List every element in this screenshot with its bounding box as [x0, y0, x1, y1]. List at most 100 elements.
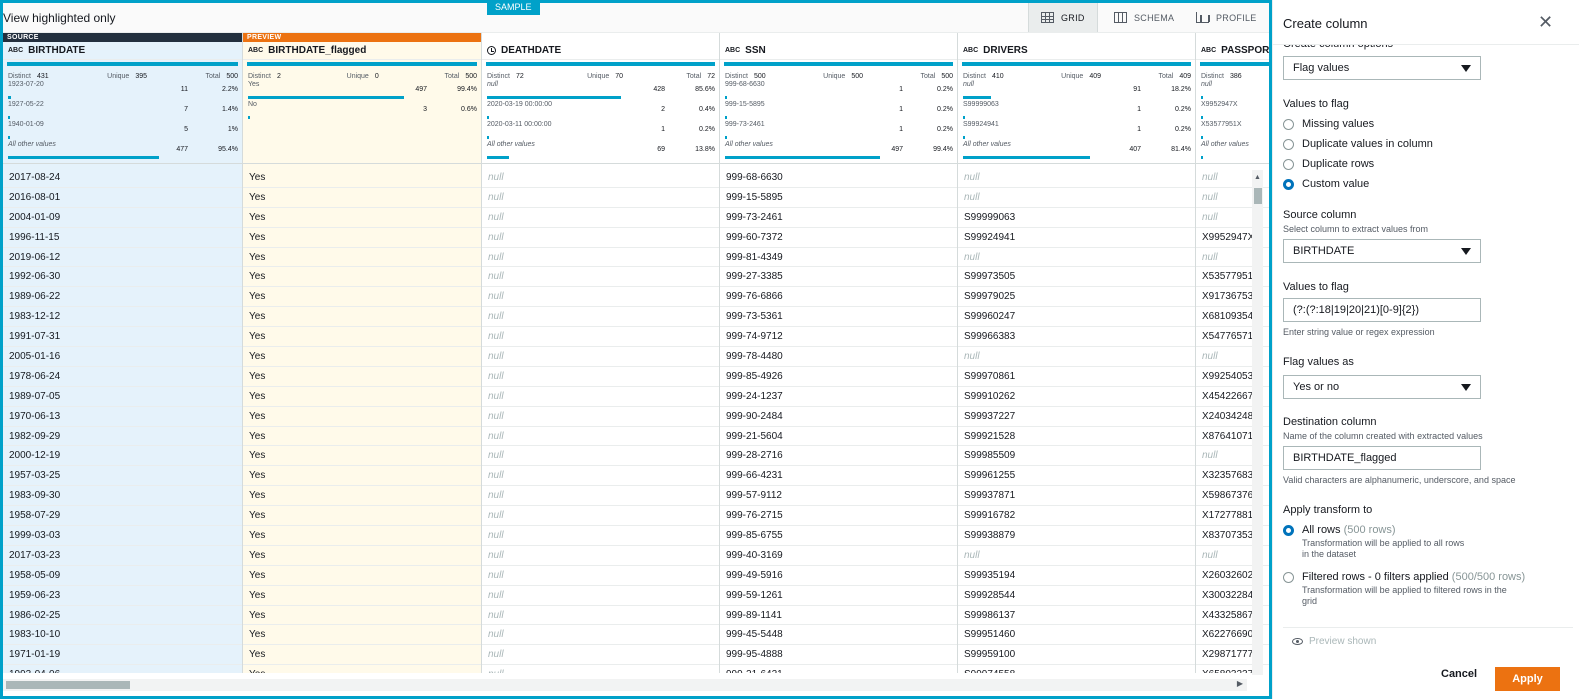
scroll-right-icon[interactable]: ▶	[1237, 679, 1243, 688]
table-cell[interactable]: null	[482, 427, 719, 447]
table-cell[interactable]: Yes	[243, 586, 481, 606]
table-cell[interactable]: S99966383	[958, 327, 1195, 348]
table-cell[interactable]: 1958-05-09	[3, 566, 242, 586]
table-cell[interactable]: 999-59-1261	[720, 586, 957, 606]
table-cell[interactable]: S99985509	[958, 446, 1195, 467]
profile-value-row[interactable]: null 428 85.6%	[487, 81, 715, 101]
profile-value-row[interactable]: All other values 69 13.8%	[487, 141, 715, 161]
table-cell[interactable]: 999-45-5448	[720, 625, 957, 646]
table-cell[interactable]: 999-49-5916	[720, 566, 957, 586]
cancel-button[interactable]: Cancel	[1441, 668, 1477, 680]
values-to-flag-input[interactable]: (?:(?:18|19|20|21)[0-9]{2})	[1283, 298, 1481, 322]
profile-value-row[interactable]: 999-68-6630 1 0.2%	[725, 81, 953, 101]
profile-value-row[interactable]: 1940-01-09 5 1%	[8, 121, 238, 141]
profile-value-row[interactable]: null 91 18.2%	[963, 81, 1191, 101]
table-cell[interactable]: 999-15-5895	[720, 188, 957, 208]
radio-button[interactable]	[1283, 139, 1294, 150]
table-cell[interactable]: null	[482, 208, 719, 228]
table-cell[interactable]: 999-76-2715	[720, 506, 957, 527]
profile-value-row[interactable]: 1923-07-20 11 2.2%	[8, 81, 238, 101]
table-cell[interactable]: Yes	[243, 307, 481, 328]
preview-toggle[interactable]: Preview shown	[1292, 636, 1376, 647]
table-cell[interactable]: 1989-07-05	[3, 387, 242, 407]
table-cell[interactable]: Yes	[243, 287, 481, 308]
column-header[interactable]: DEATHDATE	[482, 42, 719, 60]
table-cell[interactable]: 2017-03-23	[3, 546, 242, 566]
profile-value-row[interactable]: X53577951X	[1201, 121, 1269, 141]
table-cell[interactable]: 999-28-2716	[720, 446, 957, 467]
table-cell[interactable]: null	[482, 248, 719, 268]
column-header[interactable]: ABC BIRTHDATE_flagged	[243, 42, 481, 60]
table-cell[interactable]: 999-73-2461	[720, 208, 957, 228]
table-cell[interactable]: 999-76-6866	[720, 287, 957, 308]
table-cell[interactable]: null	[482, 566, 719, 586]
profile-value-row[interactable]: All other values 407 81.4%	[963, 141, 1191, 161]
profile-value-row[interactable]: null	[1201, 81, 1269, 101]
profile-value-row[interactable]: All other values 497 99.4%	[725, 141, 953, 161]
radio-button[interactable]	[1283, 572, 1294, 583]
table-cell[interactable]: null	[482, 327, 719, 348]
horizontal-scroll-thumb[interactable]	[6, 681, 130, 689]
table-cell[interactable]: Yes	[243, 267, 481, 288]
profile-value-row[interactable]: 1927-05-22 7 1.4%	[8, 101, 238, 121]
table-cell[interactable]: null	[958, 188, 1195, 208]
table-cell[interactable]: null	[482, 287, 719, 308]
table-cell[interactable]: S99924941	[958, 228, 1195, 248]
table-cell[interactable]: Yes	[243, 387, 481, 407]
table-cell[interactable]: Yes	[243, 486, 481, 507]
table-cell[interactable]: Yes	[243, 566, 481, 586]
table-cell[interactable]: null	[482, 606, 719, 626]
table-cell[interactable]: Yes	[243, 208, 481, 228]
table-cell[interactable]: S99961255	[958, 466, 1195, 487]
table-cell[interactable]: null	[482, 168, 719, 188]
table-cell[interactable]: Yes	[243, 228, 481, 248]
profile-value-row[interactable]: Yes 497 99.4%	[248, 81, 477, 101]
table-cell[interactable]: 999-78-4480	[720, 347, 957, 367]
table-cell[interactable]: S99928544	[958, 586, 1195, 606]
table-cell[interactable]: 999-85-4926	[720, 367, 957, 387]
vertical-scroll-thumb[interactable]	[1254, 188, 1262, 204]
table-cell[interactable]: 999-66-4231	[720, 466, 957, 487]
table-cell[interactable]: Yes	[243, 168, 481, 188]
profile-value-row[interactable]: All other values 477 95.4%	[8, 141, 238, 161]
table-cell[interactable]: S99986137	[958, 606, 1195, 626]
table-cell[interactable]: 1957-03-25	[3, 466, 242, 487]
table-cell[interactable]: null	[958, 168, 1195, 188]
table-cell[interactable]: Yes	[243, 546, 481, 566]
table-cell[interactable]: Yes	[243, 645, 481, 666]
table-cell[interactable]: Yes	[243, 606, 481, 626]
table-cell[interactable]: Yes	[243, 466, 481, 487]
table-cell[interactable]: 999-27-3385	[720, 267, 957, 288]
table-cell[interactable]: 1989-06-22	[3, 287, 242, 308]
table-cell[interactable]: Yes	[243, 188, 481, 208]
table-cell[interactable]: null	[482, 446, 719, 467]
table-cell[interactable]: S99937227	[958, 407, 1195, 427]
profile-value-row[interactable]: No 3 0.6%	[248, 101, 477, 121]
table-cell[interactable]: null	[482, 188, 719, 208]
tab-schema[interactable]: SCHEMA	[1102, 3, 1186, 32]
vertical-scrollbar[interactable]: ▲	[1252, 170, 1263, 675]
table-cell[interactable]: 2000-12-19	[3, 446, 242, 467]
flag-values-as-select[interactable]: Yes or no	[1283, 375, 1481, 399]
table-cell[interactable]: 1993-04-06	[3, 665, 242, 673]
table-cell[interactable]: null	[482, 645, 719, 666]
table-cell[interactable]: Yes	[243, 506, 481, 527]
table-cell[interactable]: 999-57-9112	[720, 486, 957, 507]
table-cell[interactable]: 999-74-9712	[720, 327, 957, 348]
table-cell[interactable]: Yes	[243, 407, 481, 427]
radio-duplicate-rows[interactable]: Duplicate rows	[1283, 158, 1374, 170]
table-cell[interactable]: Yes	[243, 446, 481, 467]
table-cell[interactable]: null	[482, 526, 719, 546]
table-cell[interactable]: null	[482, 466, 719, 487]
table-cell[interactable]: 2005-01-16	[3, 347, 242, 367]
source-column-select[interactable]: BIRTHDATE	[1283, 239, 1481, 263]
table-cell[interactable]: 1991-07-31	[3, 327, 242, 348]
profile-value-row[interactable]: S99999063 1 0.2%	[963, 101, 1191, 121]
table-cell[interactable]: S99973505	[958, 267, 1195, 288]
table-cell[interactable]: null	[482, 506, 719, 527]
radio-button[interactable]	[1283, 119, 1294, 130]
radio-custom-value[interactable]: Custom value	[1283, 178, 1369, 190]
table-cell[interactable]: S99960247	[958, 307, 1195, 328]
table-cell[interactable]: S99951460	[958, 625, 1195, 646]
table-cell[interactable]: 999-89-1141	[720, 606, 957, 626]
